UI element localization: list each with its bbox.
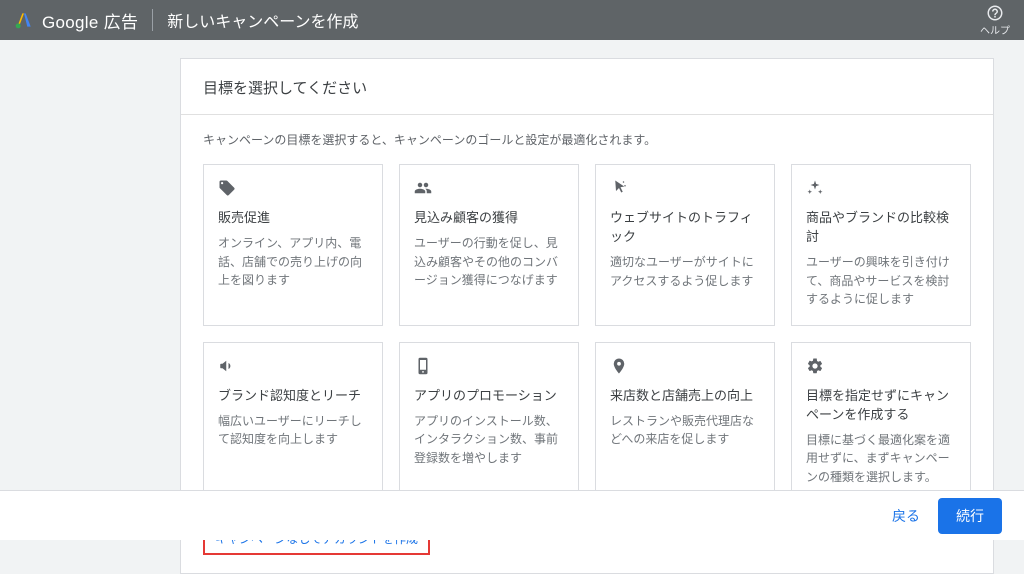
goal-title: 商品やブランドの比較検討	[806, 207, 956, 245]
section-description: キャンペーンの目標を選択すると、キャンペーンのゴールと設定が最適化されます。	[203, 131, 971, 148]
goal-title: アプリのプロモーション	[414, 385, 564, 404]
goal-description: 適切なユーザーがサイトにアクセスするよう促します	[610, 253, 760, 290]
people-icon	[414, 179, 564, 199]
goal-card-2[interactable]: ウェブサイトのトラフィック適切なユーザーがサイトにアクセスするよう促します	[595, 164, 775, 326]
goal-title: 来店数と店舗売上の向上	[610, 385, 760, 404]
sparkle-icon	[806, 179, 956, 199]
app-header: Google 広告 新しいキャンペーンを作成 ヘルプ	[0, 0, 1024, 40]
goal-card-6[interactable]: 来店数と店舗売上の向上レストランや販売代理店などへの来店を促します	[595, 342, 775, 504]
section-divider	[181, 114, 993, 115]
gear-icon	[806, 357, 956, 377]
goal-description: アプリのインストール数、インタラクション数、事前登録数を増やします	[414, 412, 564, 468]
help-button[interactable]: ヘルプ	[980, 4, 1010, 37]
goal-description: 幅広いユーザーにリーチして認知度を向上します	[218, 412, 368, 449]
megaphone-icon	[218, 357, 368, 377]
goal-card-1[interactable]: 見込み顧客の獲得ユーザーの行動を促し、見込み顧客やその他のコンバージョン獲得につ…	[399, 164, 579, 326]
product-name: Google 広告	[42, 8, 138, 33]
back-button[interactable]: 戻る	[892, 506, 920, 526]
goal-title: ブランド認知度とリーチ	[218, 385, 368, 404]
goal-description: レストランや販売代理店などへの来店を促します	[610, 412, 760, 449]
continue-button[interactable]: 続行	[938, 498, 1002, 534]
pin-icon	[610, 357, 760, 377]
goal-card-7[interactable]: 目標を指定せずにキャンペーンを作成する目標に基づく最適化案を適用せずに、まずキャ…	[791, 342, 971, 504]
goal-grid: 販売促進オンライン、アプリ内、電話、店舗での売り上げの向上を図ります見込み顧客の…	[203, 164, 971, 504]
help-icon	[986, 4, 1004, 22]
goal-title: 販売促進	[218, 207, 368, 226]
goal-description: ユーザーの行動を促し、見込み顧客やその他のコンバージョン獲得につなげます	[414, 234, 564, 290]
tag-icon	[218, 179, 368, 199]
google-ads-logo-icon	[14, 10, 34, 30]
cursor-icon	[610, 179, 760, 199]
goal-title: 目標を指定せずにキャンペーンを作成する	[806, 385, 956, 423]
goal-title: ウェブサイトのトラフィック	[610, 207, 760, 245]
product-logo: Google 広告	[14, 8, 138, 33]
section-title: 目標を選択してください	[203, 77, 971, 98]
goal-card-0[interactable]: 販売促進オンライン、アプリ内、電話、店舗での売り上げの向上を図ります	[203, 164, 383, 326]
phone-icon	[414, 357, 564, 377]
header-divider	[152, 9, 153, 31]
goal-description: ユーザーの興味を引き付けて、商品やサービスを検討するように促します	[806, 253, 956, 309]
help-label: ヘルプ	[980, 22, 1010, 37]
goal-description: オンライン、アプリ内、電話、店舗での売り上げの向上を図ります	[218, 234, 368, 290]
goal-description: 目標に基づく最適化案を適用せずに、まずキャンペーンの種類を選択します。	[806, 431, 956, 487]
page-title: 新しいキャンペーンを作成	[167, 8, 358, 32]
goal-card-5[interactable]: アプリのプロモーションアプリのインストール数、インタラクション数、事前登録数を増…	[399, 342, 579, 504]
goal-card-4[interactable]: ブランド認知度とリーチ幅広いユーザーにリーチして認知度を向上します	[203, 342, 383, 504]
goal-title: 見込み顧客の獲得	[414, 207, 564, 226]
footer-bar: 戻る 続行	[0, 490, 1024, 540]
goal-card-3[interactable]: 商品やブランドの比較検討ユーザーの興味を引き付けて、商品やサービスを検討するよう…	[791, 164, 971, 326]
